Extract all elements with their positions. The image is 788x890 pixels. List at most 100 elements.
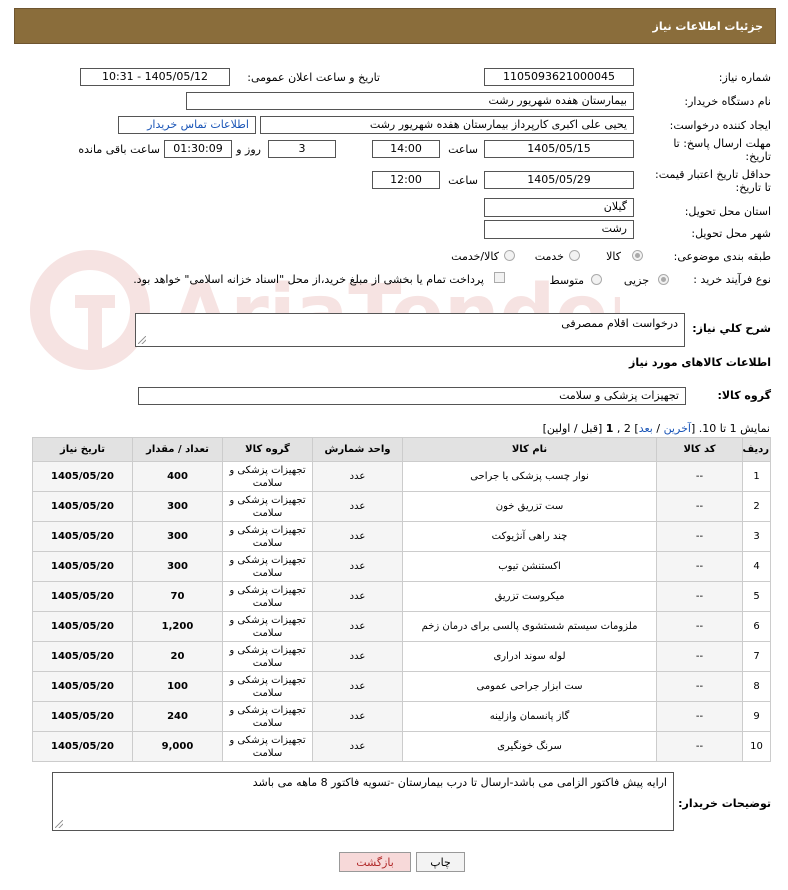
cell-need-date: 1405/05/20: [32, 581, 133, 612]
cell-item-code: --: [656, 521, 743, 552]
province-field: گیلان: [484, 198, 634, 217]
resize-handle-icon[interactable]: [138, 336, 146, 344]
table-row: 4 -- اکستنشن تیوب عدد تجهیزات پزشکی و سلامت 3…: [32, 551, 771, 582]
cell-row-number: 1: [742, 461, 771, 492]
resize-handle-icon[interactable]: [55, 820, 63, 828]
cell-item-code: --: [656, 581, 743, 612]
table-row: 8 -- ست ابزار جراحی عمومی عدد تجهیزات پزشکی …: [32, 671, 771, 702]
page-header: جزئیات اطلاعات نیاز: [14, 8, 776, 44]
col-header-item-code: کد کالا: [656, 437, 743, 462]
cell-item-code: --: [656, 701, 743, 732]
process-radio-medium[interactable]: [591, 274, 602, 285]
cell-quantity: 1,200: [132, 611, 223, 642]
cell-unit: عدد: [312, 461, 403, 492]
cell-group: تجهیزات پزشکی و سلامت: [222, 641, 313, 672]
table-row: 5 -- میکروست تزریق عدد تجهیزات پزشکی و سلامت…: [32, 581, 771, 612]
price-validity-time-field: 12:00: [372, 171, 440, 189]
col-header-unit: واحد شمارش: [312, 437, 403, 462]
category-option-goods-service: کالا/خدمت: [451, 250, 499, 263]
buyer-notes-textarea: ارایه پیش فاکتور الزامی می باشد-ارسال تا…: [52, 772, 674, 831]
table-row: 3 -- چند راهی آنژیوکت عدد تجهیزات پزشکی و سل…: [32, 521, 771, 552]
print-button[interactable]: چاپ: [416, 852, 465, 872]
cell-item-code: --: [656, 611, 743, 642]
cell-item-name: ملزومات سیستم شستشوی پالسی برای درمان زخ…: [402, 611, 657, 642]
cell-need-date: 1405/05/20: [32, 701, 133, 732]
cell-need-date: 1405/05/20: [32, 521, 133, 552]
cell-need-date: 1405/05/20: [32, 641, 133, 672]
category-option-goods: کالا: [606, 250, 621, 263]
cell-need-date: 1405/05/20: [32, 731, 133, 762]
category-radio-goods[interactable]: [632, 250, 643, 261]
buyer-notes-text: ارایه پیش فاکتور الزامی می باشد-ارسال تا…: [252, 776, 667, 789]
price-validity-label-line2: تا تاریخ:: [735, 181, 771, 194]
cell-quantity: 300: [132, 521, 223, 552]
goods-table-header-row: ردیف کد کالا نام کالا واحد شمارش گروه کا…: [32, 437, 771, 462]
cell-item-code: --: [656, 491, 743, 522]
remaining-days-field: 3: [268, 140, 336, 158]
cell-unit: عدد: [312, 641, 403, 672]
cell-row-number: 3: [742, 521, 771, 552]
cell-item-code: --: [656, 461, 743, 492]
cell-group: تجهیزات پزشکی و سلامت: [222, 521, 313, 552]
goods-table: ردیف کد کالا نام کالا واحد شمارش گروه کا…: [32, 437, 771, 762]
cell-quantity: 70: [132, 581, 223, 612]
description-text: درخواست اقلام ممصرفی: [561, 317, 678, 330]
cell-need-date: 1405/05/20: [32, 671, 133, 702]
pagination-prefix: نمایش 1 تا 10. [: [690, 422, 770, 435]
creator-label: ایجاد کننده درخواست:: [669, 119, 771, 132]
table-row: 9 -- گاز پانسمان وازلینه عدد تجهیزات پزشکی و…: [32, 701, 771, 732]
goods-info-title: اطلاعات کالاهای مورد نیاز: [629, 356, 771, 369]
buyer-contact-link-box[interactable]: اطلاعات تماس خریدار: [118, 116, 256, 134]
cell-unit: عدد: [312, 551, 403, 582]
cell-item-code: --: [656, 641, 743, 672]
creator-field: یحیی علی اکبری کارپرداز بیمارستان هفده ش…: [260, 116, 634, 134]
cell-item-name: میکروست تزریق: [402, 581, 657, 612]
cell-item-code: --: [656, 671, 743, 702]
pagination-separator: /: [652, 422, 664, 435]
pagination-page-2[interactable]: ] 2 ,: [617, 422, 639, 435]
category-option-service: خدمت: [534, 250, 564, 263]
cell-need-date: 1405/05/20: [32, 461, 133, 492]
buyer-contact-link[interactable]: اطلاعات تماس خریدار: [147, 118, 249, 131]
remaining-time-label: ساعت باقی مانده: [78, 143, 160, 156]
reply-deadline-time-field: 14:00: [372, 140, 440, 158]
pagination-last-link[interactable]: آخرین: [664, 422, 691, 435]
cell-item-name: ست ابزار جراحی عمومی: [402, 671, 657, 702]
cell-item-name: نوار چسب پزشکی یا جراحی: [402, 461, 657, 492]
cell-row-number: 10: [742, 731, 771, 762]
cell-quantity: 20: [132, 641, 223, 672]
pagination: نمایش 1 تا 10. [آخرین / بعد] 2 , 1 [قبل …: [543, 422, 770, 435]
cell-row-number: 6: [742, 611, 771, 642]
process-radio-minor[interactable]: [658, 274, 669, 285]
category-radio-service[interactable]: [569, 250, 580, 261]
treasury-payment-checkbox[interactable]: [494, 272, 505, 283]
cell-unit: عدد: [312, 701, 403, 732]
cell-group: تجهیزات پزشکی و سلامت: [222, 701, 313, 732]
cell-item-code: --: [656, 551, 743, 582]
category-radio-goods-service[interactable]: [504, 250, 515, 261]
process-option-medium: متوسط: [549, 274, 584, 287]
cell-quantity: 9,000: [132, 731, 223, 762]
buyer-notes-label: توضیحات خریدار:: [678, 797, 771, 810]
cell-unit: عدد: [312, 491, 403, 522]
goods-group-field: تجهیزات پزشکی و سلامت: [138, 387, 686, 405]
cell-quantity: 300: [132, 491, 223, 522]
price-validity-date-field: 1405/05/29: [484, 171, 634, 189]
back-button[interactable]: بازگشت: [339, 852, 411, 872]
pagination-next-link[interactable]: بعد: [639, 422, 653, 435]
col-header-group: گروه کالا: [222, 437, 313, 462]
cell-row-number: 8: [742, 671, 771, 702]
table-row: 1 -- نوار چسب پزشکی یا جراحی عدد تجهیزات پزش…: [32, 461, 771, 492]
cell-quantity: 400: [132, 461, 223, 492]
cell-group: تجهیزات پزشکی و سلامت: [222, 671, 313, 702]
announce-datetime-label: تاریخ و ساعت اعلان عمومی:: [247, 71, 380, 84]
cell-unit: عدد: [312, 521, 403, 552]
cell-item-code: --: [656, 731, 743, 762]
cell-need-date: 1405/05/20: [32, 611, 133, 642]
buyer-org-label: نام دستگاه خریدار:: [684, 95, 771, 108]
table-row: 7 -- لوله سوند ادراری عدد تجهیزات پزشکی و سل…: [32, 641, 771, 672]
col-header-row-number: ردیف: [742, 437, 771, 462]
cell-group: تجهیزات پزشکی و سلامت: [222, 551, 313, 582]
cell-item-name: سرنگ خونگیری: [402, 731, 657, 762]
remaining-time-field: 01:30:09: [164, 140, 232, 158]
